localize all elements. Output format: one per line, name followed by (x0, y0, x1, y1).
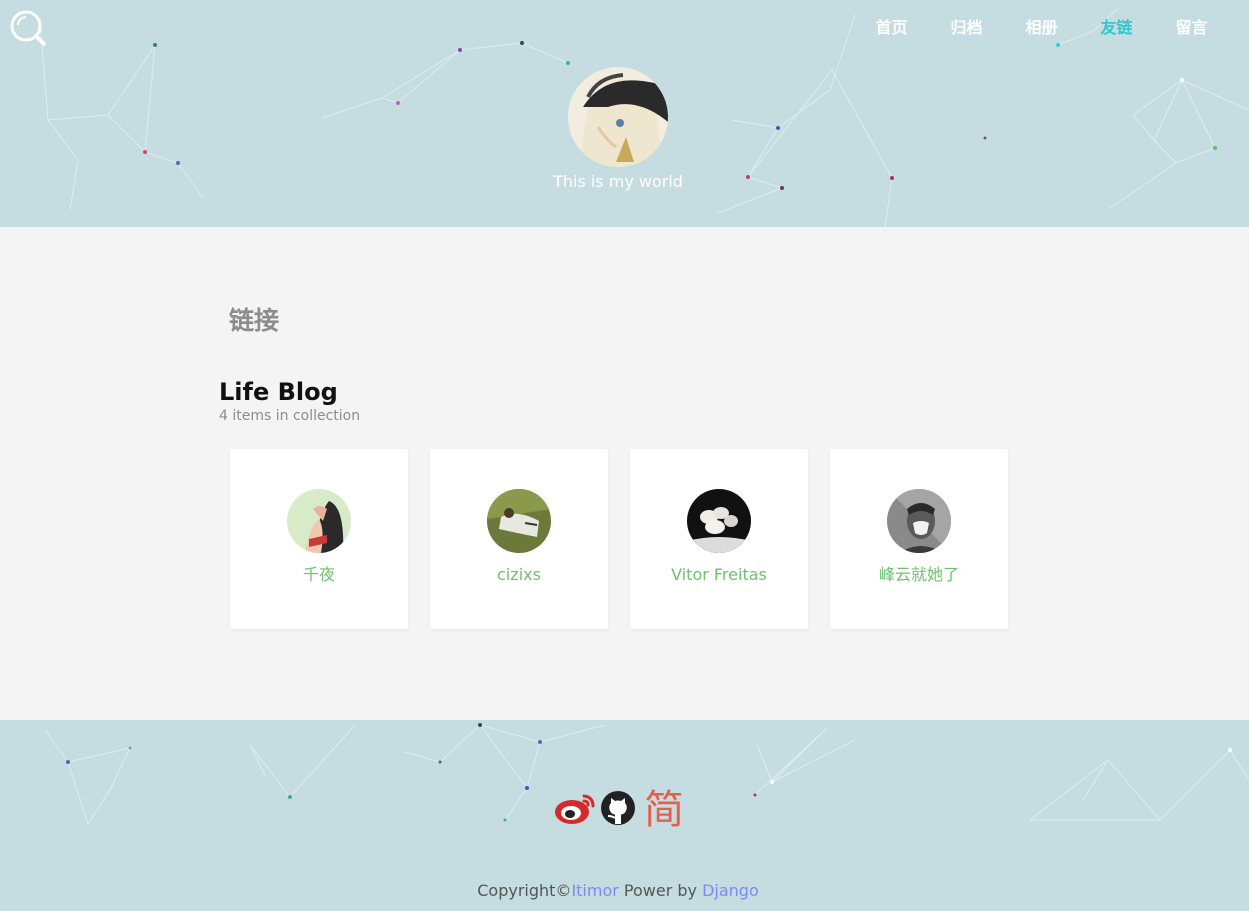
weibo-icon (555, 794, 595, 824)
copyright: Copyright©Itimor Power by Django (0, 881, 1236, 901)
link-card[interactable]: 峰云就她了 (830, 449, 1008, 629)
collection-count: 4 items in collection (219, 408, 361, 424)
link-card[interactable]: cizixs (430, 449, 608, 629)
copyright-prefix: Copyright© (477, 881, 572, 900)
weibo-link[interactable] (554, 790, 596, 830)
github-icon (601, 791, 635, 825)
link-avatar (487, 489, 551, 553)
link-name: Vitor Freitas (671, 565, 767, 584)
django-link[interactable]: Django (702, 881, 759, 900)
search-icon (10, 10, 46, 46)
nav-archive[interactable]: 归档 (929, 17, 1004, 39)
nav-home[interactable]: 首页 (854, 17, 929, 39)
power-text: Power by (618, 881, 703, 900)
social-links: 简 (554, 786, 684, 834)
link-avatar (687, 489, 751, 553)
jianshu-icon[interactable]: 简 (644, 786, 684, 834)
footer: 简 Copyright©Itimor Power by Django (0, 720, 1249, 911)
link-cards: 千夜 cizixs Vitor Freitas 峰云就她了 (230, 449, 1008, 629)
nav-friend-links[interactable]: 友链 (1079, 17, 1154, 39)
header-banner: 首页 归档 相册 友链 留言 This is my world (0, 0, 1249, 227)
collection-title: Life Blog (219, 378, 338, 406)
page-title: 链接 (229, 306, 280, 335)
link-name: 千夜 (302, 565, 335, 584)
nav-album[interactable]: 相册 (1004, 17, 1079, 39)
link-name: 峰云就她了 (878, 565, 959, 584)
github-link[interactable] (600, 790, 636, 830)
main-nav: 首页 归档 相册 友链 留言 (854, 17, 1229, 39)
link-card[interactable]: Vitor Freitas (630, 449, 808, 629)
site-tagline: This is my world (553, 172, 683, 191)
link-card[interactable]: 千夜 (230, 449, 408, 629)
link-avatar (287, 489, 351, 553)
link-avatar (887, 489, 951, 553)
search-button[interactable] (8, 8, 48, 48)
nav-guestbook[interactable]: 留言 (1154, 17, 1229, 39)
author-link[interactable]: Itimor (571, 881, 618, 900)
link-name: cizixs (497, 565, 541, 584)
site-avatar (568, 67, 668, 167)
